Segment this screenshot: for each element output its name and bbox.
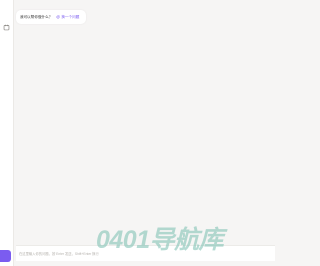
change-question-label: 换一个问题 — [61, 14, 80, 19]
document-icon[interactable] — [3, 18, 10, 31]
assistant-greeting-bubble: 我可以帮你做什么？ 换一个问题 — [16, 10, 86, 24]
watermark-logo: 0401导航库 — [96, 226, 224, 254]
greeting-text: 我可以帮你做什么？ — [20, 14, 53, 19]
app-window: 我可以帮你做什么？ 换一个问题 在这里输入你的问题，按 Enter 发送，Shi… — [0, 0, 275, 266]
sidebar — [0, 0, 14, 266]
message-input-placeholder: 在这里输入你的问题，按 Enter 发送，Shift+Enter 换行 — [19, 252, 99, 256]
refresh-icon — [56, 15, 60, 19]
change-question-button[interactable]: 换一个问题 — [56, 15, 79, 20]
new-chat-button[interactable] — [0, 250, 11, 262]
